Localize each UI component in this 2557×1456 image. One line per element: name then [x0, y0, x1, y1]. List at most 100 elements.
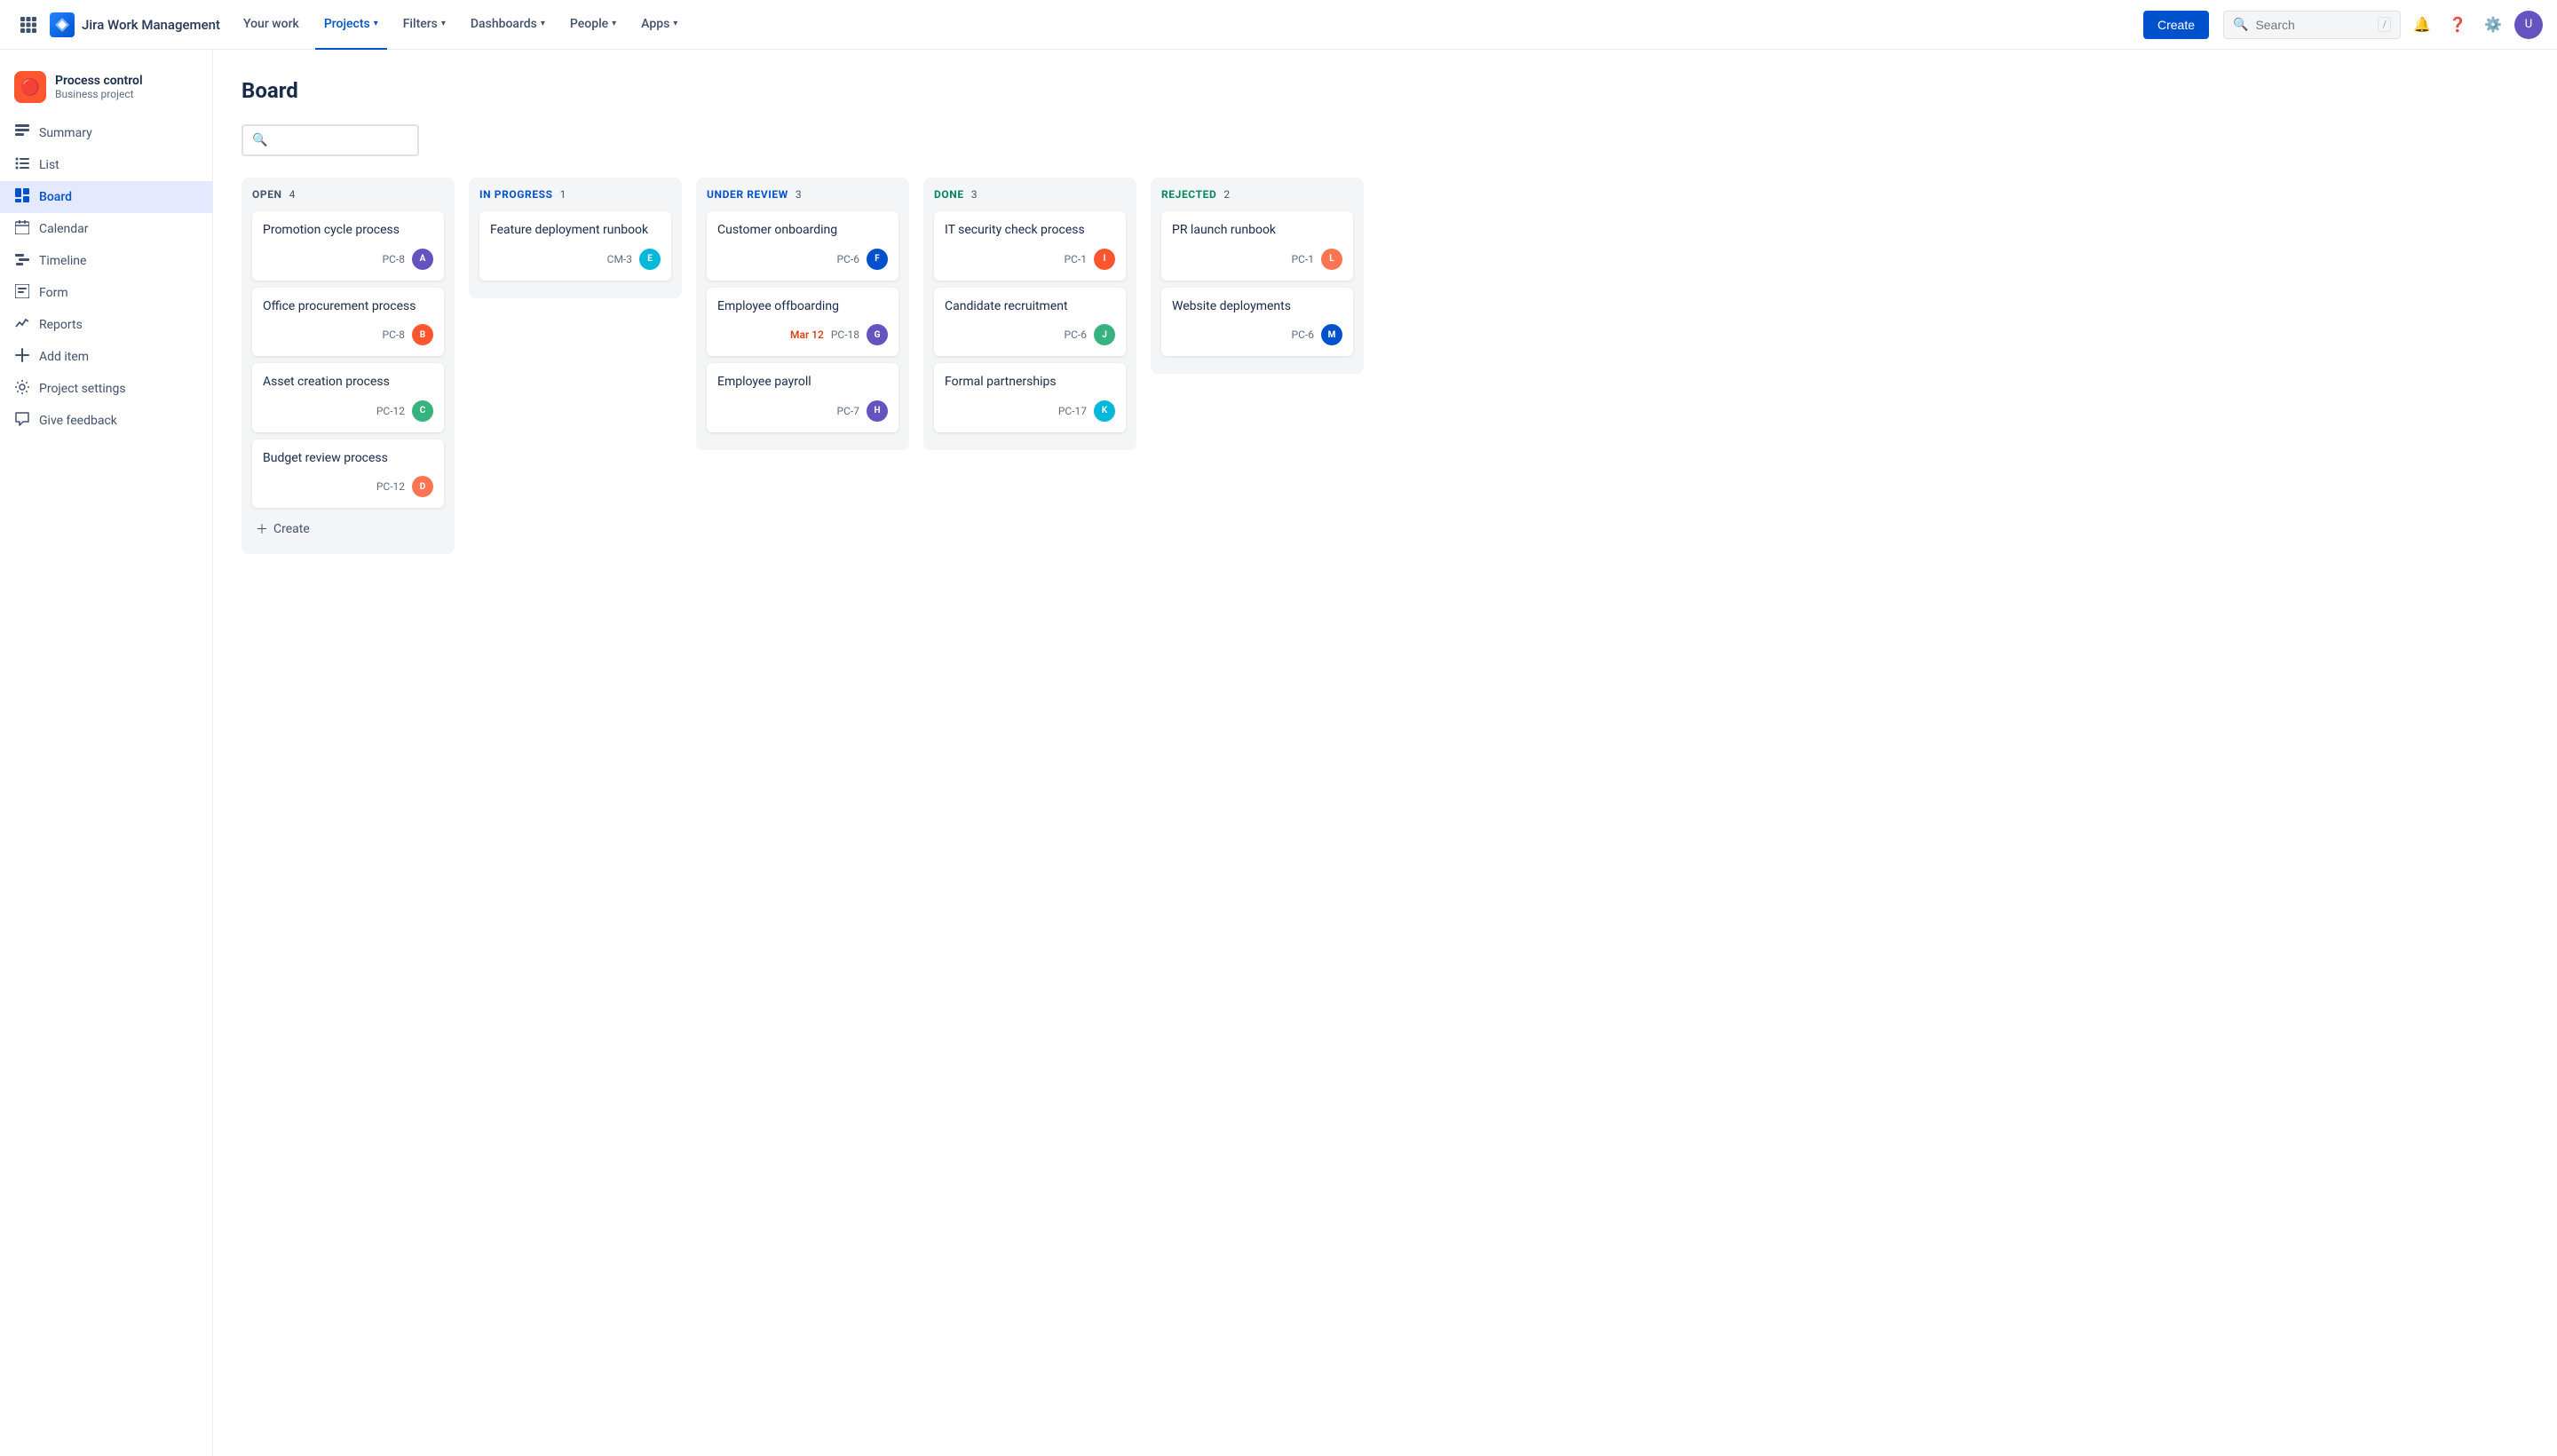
column-underreview: UNDER REVIEW 3 Customer onboarding PC-6 F… — [696, 178, 909, 450]
sidebar-item-project-settings[interactable]: Project settings — [0, 373, 212, 405]
sidebar-item-add-item[interactable]: Add item — [0, 341, 212, 373]
card-avatar-c12: L — [1321, 249, 1342, 270]
card-id-c3: PC-12 — [376, 405, 405, 417]
card-avatar-c5: E — [639, 249, 661, 270]
column-open: OPEN 4 Promotion cycle process PC-8A Off… — [241, 178, 455, 554]
main-content: Board 🔍 OPEN 4 Promotion cycle process P… — [213, 50, 2557, 1456]
sidebar-item-give-feedback[interactable]: Give feedback — [0, 405, 212, 437]
sidebar-item-timeline[interactable]: Timeline — [0, 245, 212, 277]
form-icon — [14, 284, 30, 302]
sidebar-label-give-feedback: Give feedback — [39, 414, 117, 428]
card-title-c10: Candidate recruitment — [945, 298, 1115, 316]
card-title-c12: PR launch runbook — [1172, 222, 1342, 240]
table-row[interactable]: PR launch runbook PC-1L — [1161, 211, 1353, 281]
summary-icon — [14, 124, 30, 142]
card-id-c1: PC-8 — [383, 253, 405, 265]
logo-text: Jira Work Management — [82, 17, 220, 33]
search-box[interactable]: 🔍 / — [2223, 11, 2401, 39]
card-title-c1: Promotion cycle process — [263, 222, 433, 240]
card-avatar-c2: B — [412, 324, 433, 345]
user-avatar[interactable]: U — [2514, 11, 2543, 39]
sidebar-label-project-settings: Project settings — [39, 382, 126, 396]
sidebar-item-summary[interactable]: Summary — [0, 117, 212, 149]
column-count-underreview: 3 — [796, 188, 802, 201]
sidebar-item-reports[interactable]: Reports — [0, 309, 212, 341]
card-avatar-c3: C — [412, 400, 433, 422]
table-row[interactable]: Employee offboarding Mar 12PC-18G — [707, 288, 899, 357]
card-title-c9: IT security check process — [945, 222, 1115, 240]
table-row[interactable]: Asset creation process PC-12C — [252, 363, 444, 432]
topnav: Jira Work Management Your work Projects … — [0, 0, 2557, 50]
add-item-icon — [14, 348, 30, 366]
card-avatar-c9: I — [1094, 249, 1115, 270]
search-icon: 🔍 — [2233, 18, 2248, 32]
project-name: Process control — [55, 74, 198, 89]
nav-projects[interactable]: Projects ▾ — [315, 0, 387, 50]
search-input[interactable] — [2255, 18, 2371, 32]
help-button[interactable]: ❓ — [2443, 11, 2472, 39]
sidebar-item-list[interactable]: List — [0, 149, 212, 181]
card-id-c4: PC-12 — [376, 480, 405, 493]
project-type: Business project — [55, 88, 198, 100]
column-inprogress: IN PROGRESS 1 Feature deployment runbook… — [469, 178, 682, 298]
table-row[interactable]: Customer onboarding PC-6 F — [707, 211, 899, 281]
table-row[interactable]: Candidate recruitment PC-6 J — [934, 288, 1126, 357]
column-count-done: 3 — [971, 188, 978, 201]
card-avatar-c4: D — [412, 476, 433, 497]
column-count-inprogress: 1 — [560, 188, 566, 201]
card-id-c10: PC-6 — [1065, 328, 1087, 341]
card-id-c2: PC-8 — [383, 328, 405, 341]
sidebar-label-board: Board — [39, 190, 72, 204]
sidebar-item-calendar[interactable]: Calendar — [0, 213, 212, 245]
card-avatar-c6: F — [867, 249, 888, 270]
card-title-c4: Budget review process — [263, 450, 433, 468]
table-row[interactable]: Feature deployment runbook CM-3E — [479, 211, 671, 281]
column-count-open: 4 — [289, 188, 296, 201]
nav-your-work[interactable]: Your work — [234, 0, 308, 50]
settings-button[interactable]: ⚙️ — [2479, 11, 2507, 39]
create-card-button[interactable]: ＋ Create — [252, 515, 444, 543]
card-avatar-c10: J — [1094, 324, 1115, 345]
filters-chevron-icon: ▾ — [441, 19, 446, 28]
reports-icon — [14, 316, 30, 334]
grid-menu-button[interactable] — [14, 11, 43, 39]
table-row[interactable]: Employee payroll PC-7H — [707, 363, 899, 432]
notifications-button[interactable]: 🔔 — [2408, 11, 2436, 39]
column-title-underreview: UNDER REVIEW — [707, 188, 788, 201]
card-id-c5: CM-3 — [607, 253, 632, 265]
sidebar-label-form: Form — [39, 286, 68, 300]
nav-filters[interactable]: Filters ▾ — [394, 0, 455, 50]
search-kbd: / — [2378, 17, 2391, 32]
card-avatar-c7: G — [867, 324, 888, 345]
nav-dashboards[interactable]: Dashboards ▾ — [462, 0, 554, 50]
sidebar: 🔴 Process control Business project Summa… — [0, 50, 213, 1456]
card-title-c6: Customer onboarding — [717, 222, 888, 240]
card-title-c11: Formal partnerships — [945, 374, 1115, 392]
table-row[interactable]: Website deployments PC-6M — [1161, 288, 1353, 357]
sidebar-label-timeline: Timeline — [39, 254, 86, 268]
card-avatar-c11: K — [1094, 400, 1115, 422]
table-row[interactable]: IT security check process PC-1 I — [934, 211, 1126, 281]
sidebar-item-form[interactable]: Form — [0, 277, 212, 309]
table-row[interactable]: Formal partnerships PC-17K — [934, 363, 1126, 432]
card-avatar-c13: M — [1321, 324, 1342, 345]
column-header-rejected: REJECTED 2 — [1161, 188, 1353, 201]
card-id-c6: PC-6 — [837, 253, 859, 265]
sidebar-item-board[interactable]: Board — [0, 181, 212, 213]
create-button[interactable]: Create — [2143, 11, 2209, 39]
board-search-icon: 🔍 — [252, 133, 267, 147]
project-settings-icon — [14, 380, 30, 398]
projects-chevron-icon: ▾ — [374, 19, 378, 28]
table-row[interactable]: Promotion cycle process PC-8A — [252, 211, 444, 281]
column-header-underreview: UNDER REVIEW 3 — [707, 188, 899, 201]
sidebar-nav: Summary List Board Calendar Timeline For… — [0, 117, 212, 437]
nav-apps[interactable]: Apps ▾ — [632, 0, 686, 50]
card-id-c9: PC-1 — [1065, 253, 1087, 265]
table-row[interactable]: Office procurement process PC-8B — [252, 288, 444, 357]
logo[interactable]: Jira Work Management — [50, 12, 220, 37]
board-search-box[interactable]: 🔍 — [241, 124, 419, 156]
card-avatar-c8: H — [867, 400, 888, 422]
table-row[interactable]: Budget review process PC-12 D — [252, 439, 444, 509]
board-search-input[interactable] — [271, 133, 408, 147]
nav-people[interactable]: People ▾ — [561, 0, 625, 50]
